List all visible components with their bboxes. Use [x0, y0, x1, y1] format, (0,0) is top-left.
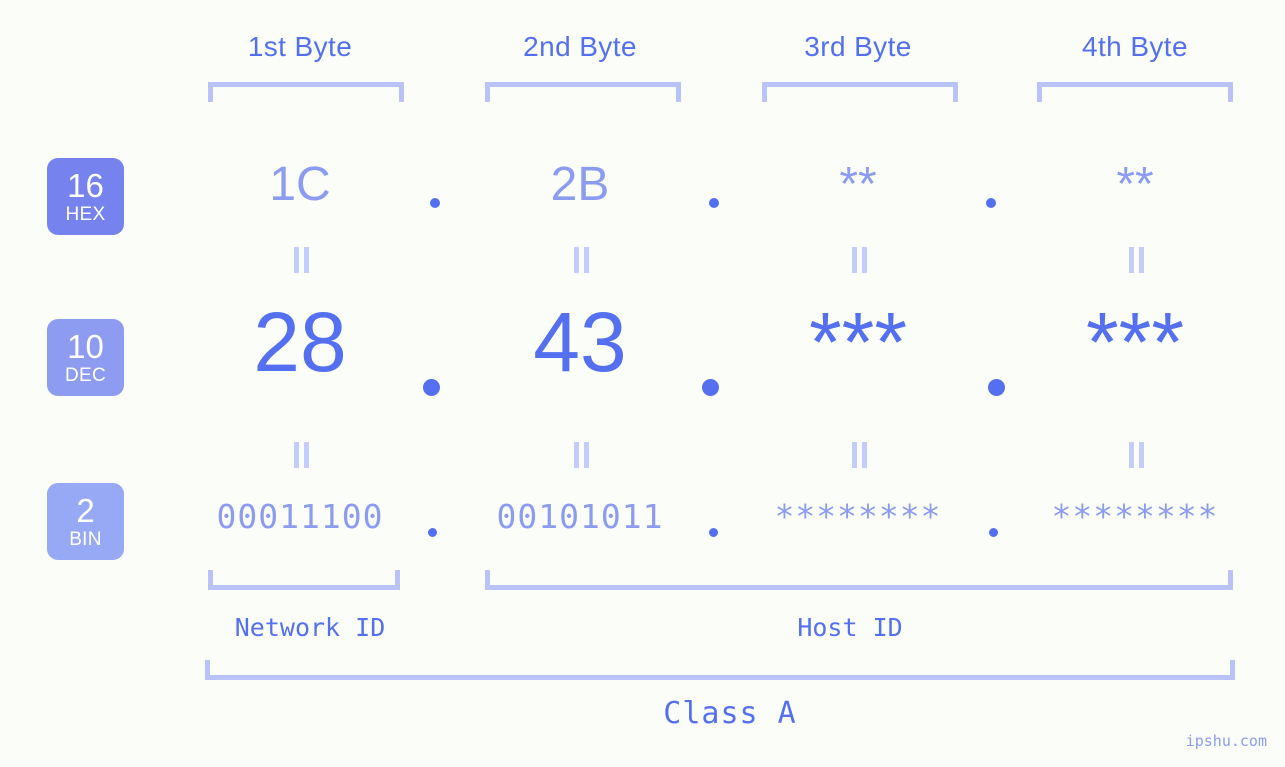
dec-separator-dot-3 — [988, 379, 1005, 396]
dec-byte-4: *** — [1085, 295, 1185, 389]
equals-icon-dec-bin-4 — [1123, 442, 1149, 468]
equals-icon-hex-dec-3 — [846, 247, 872, 273]
class-label: Class A — [663, 696, 797, 731]
byte-header-1: 1st Byte — [247, 31, 353, 62]
hex-separator-dot-3 — [986, 198, 996, 208]
radix-badge-hex-number: 16 — [67, 167, 104, 204]
ip-address-breakdown-diagram: 1st Byte 2nd Byte 3rd Byte 4th Byte 16 H… — [0, 0, 1285, 767]
byte-bracket-1 — [208, 82, 404, 102]
dec-separator-dot-2 — [702, 379, 719, 396]
network-id-label: Network ID — [234, 613, 386, 642]
radix-badge-dec-number: 10 — [67, 328, 104, 365]
equals-icon-dec-bin-2 — [568, 442, 594, 468]
radix-badge-dec-label: DEC — [64, 365, 106, 386]
equals-icon-hex-dec-1 — [288, 247, 314, 273]
host-id-label: Host ID — [797, 613, 903, 642]
hex-byte-1: 1C — [269, 158, 331, 211]
byte-header-2: 2nd Byte — [523, 31, 637, 62]
byte-header-3: 3rd Byte — [804, 31, 912, 62]
network-id-bracket — [208, 570, 400, 590]
dec-separator-dot-1 — [423, 379, 440, 396]
bin-byte-4: ******** — [1051, 497, 1219, 536]
hex-byte-4: ** — [1116, 158, 1154, 211]
host-id-bracket — [485, 570, 1233, 590]
bin-byte-3: ******** — [774, 497, 942, 536]
byte-bracket-3 — [762, 82, 958, 102]
bin-separator-dot-1 — [428, 528, 437, 537]
dec-byte-3: *** — [808, 295, 908, 389]
dec-byte-2: 43 — [533, 295, 627, 389]
radix-badge-hex-label: HEX — [65, 204, 106, 225]
bin-byte-1: 00011100 — [216, 497, 384, 536]
hex-byte-3: ** — [839, 158, 877, 211]
dec-byte-1: 28 — [253, 295, 347, 389]
radix-badge-dec[interactable]: 10 DEC — [47, 319, 124, 396]
hex-separator-dot-1 — [430, 198, 440, 208]
byte-header-4: 4th Byte — [1082, 31, 1188, 62]
equals-icon-hex-dec-4 — [1123, 247, 1149, 273]
equals-icon-dec-bin-1 — [288, 442, 314, 468]
hex-separator-dot-2 — [709, 198, 719, 208]
class-bracket — [205, 660, 1235, 680]
bin-separator-dot-3 — [989, 528, 998, 537]
byte-bracket-2 — [485, 82, 681, 102]
radix-badge-bin-label: BIN — [69, 529, 102, 550]
radix-badge-bin-number: 2 — [76, 492, 95, 529]
radix-badge-hex[interactable]: 16 HEX — [47, 158, 124, 235]
byte-bracket-4 — [1037, 82, 1233, 102]
equals-icon-dec-bin-3 — [846, 442, 872, 468]
hex-byte-2: 2B — [550, 158, 610, 211]
radix-badge-bin[interactable]: 2 BIN — [47, 483, 124, 560]
bin-byte-2: 00101011 — [496, 497, 664, 536]
equals-icon-hex-dec-2 — [568, 247, 594, 273]
bin-separator-dot-2 — [709, 528, 718, 537]
watermark: ipshu.com — [1185, 732, 1267, 750]
